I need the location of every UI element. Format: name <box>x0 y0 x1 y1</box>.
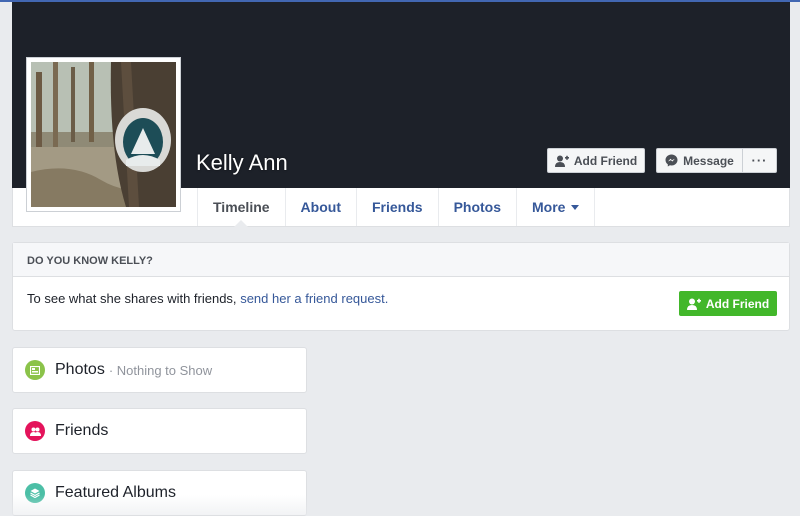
albums-icon <box>25 483 45 503</box>
photos-card-status: · Nothing to Show <box>108 362 213 378</box>
add-friend-icon <box>554 155 569 167</box>
message-button[interactable]: Message <box>656 148 743 173</box>
friends-icon <box>25 421 45 441</box>
friend-request-prompt: To see what she shares with friends, sen… <box>27 291 389 306</box>
message-label: Message <box>683 153 734 168</box>
messenger-icon <box>665 154 678 167</box>
photos-card[interactable]: Photos · Nothing to Show <box>12 347 307 393</box>
add-friend-icon <box>686 298 701 310</box>
photos-icon <box>25 360 45 380</box>
caret-down-icon <box>571 204 580 210</box>
friends-card[interactable]: Friends <box>12 408 307 454</box>
more-options-button[interactable]: ··· <box>742 148 777 173</box>
tab-more[interactable]: More <box>516 188 596 226</box>
add-friend-label: Add Friend <box>573 153 638 168</box>
tab-timeline[interactable]: Timeline <box>197 188 285 227</box>
tab-about[interactable]: About <box>284 188 356 226</box>
profile-name: Kelly Ann <box>196 150 288 175</box>
do-you-know-panel: DO YOU KNOW KELLY? To see what she share… <box>12 242 790 331</box>
add-friend-button[interactable]: Add Friend <box>547 148 645 173</box>
friend-request-link[interactable]: send her a friend request. <box>240 291 388 306</box>
trail-sign-photo <box>31 62 176 207</box>
friends-card-title: Friends <box>55 422 109 439</box>
featured-albums-card[interactable]: Featured Albums <box>12 470 307 516</box>
photos-card-title: Photos <box>55 361 105 378</box>
featured-albums-card-title: Featured Albums <box>55 484 176 501</box>
profile-picture[interactable] <box>26 57 181 212</box>
tab-photos[interactable]: Photos <box>437 188 516 226</box>
add-friend-green-button[interactable]: Add Friend <box>679 291 777 316</box>
tab-friends[interactable]: Friends <box>355 188 438 226</box>
panel-heading: DO YOU KNOW KELLY? <box>13 243 789 277</box>
ellipsis-icon: ··· <box>751 153 768 168</box>
